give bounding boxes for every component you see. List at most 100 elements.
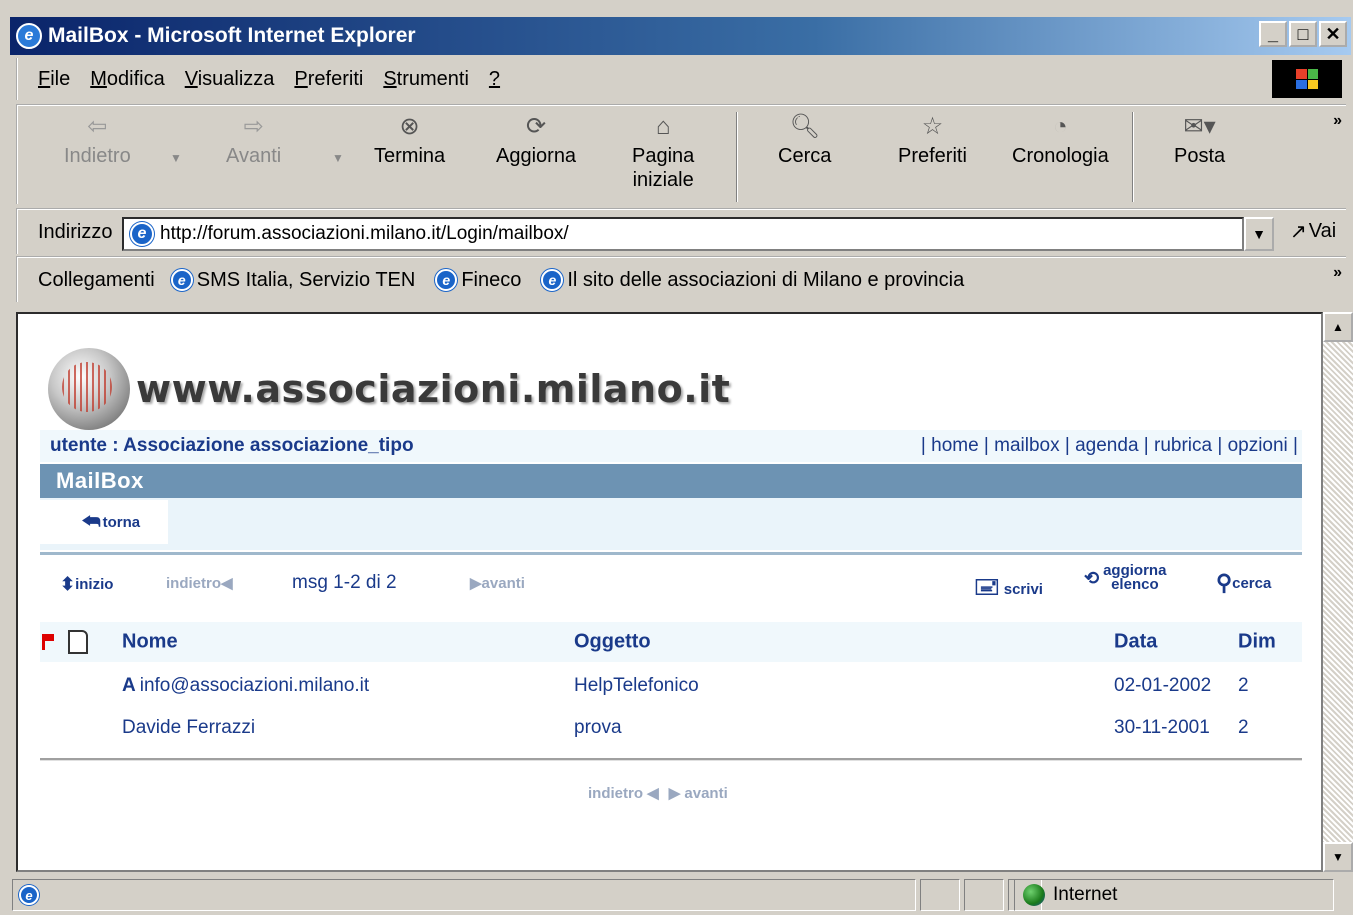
- address-url: http://forum.associazioni.milano.it/Logi…: [160, 223, 569, 244]
- message-size: 2: [1238, 717, 1249, 738]
- column-size[interactable]: Dim: [1238, 631, 1276, 654]
- back-dropdown-icon[interactable]: ▼: [170, 146, 182, 170]
- column-subject[interactable]: Oggetto: [574, 631, 651, 654]
- scroll-up-icon[interactable]: ▲: [1323, 312, 1353, 342]
- user-row: utente : Associazione associazione_tipo …: [40, 430, 1302, 462]
- refresh-list-icon: ⟲: [1084, 567, 1100, 588]
- search-button[interactable]: 🔍︎ Cerca: [778, 110, 831, 168]
- message-sender[interactable]: Ainfo@associazioni.milano.it: [122, 675, 369, 697]
- link-fineco[interactable]: e Fineco: [435, 269, 521, 292]
- scroll-down-icon[interactable]: ▼: [1323, 842, 1353, 872]
- message-subject[interactable]: HelpTelefonico: [574, 675, 699, 697]
- first-page-link[interactable]: ⬍ inizio: [60, 574, 113, 595]
- refresh-icon: ⟳: [525, 113, 547, 140]
- links-more-chevron-icon[interactable]: »: [1333, 264, 1342, 282]
- ie-icon: e: [16, 23, 42, 49]
- menu-help[interactable]: ?: [489, 68, 500, 91]
- table-row[interactable]: Ainfo@associazioni.milano.it HelpTelefon…: [40, 666, 1302, 706]
- toolbar-separator: [736, 112, 738, 202]
- address-dropdown-button[interactable]: ▼: [1244, 217, 1274, 251]
- status-cell: [920, 879, 960, 911]
- message-pager: ⬍ inizio indietro ◀ msg 1-2 di 2 ▶ avant…: [40, 563, 1302, 602]
- security-zone: Internet: [1014, 879, 1334, 911]
- history-icon: ◔: [1053, 113, 1068, 140]
- message-sender[interactable]: Davide Ferrazzi: [122, 717, 255, 739]
- mail-button[interactable]: ✉▾ Posta: [1174, 110, 1225, 168]
- home-button[interactable]: ⌂ Pagina iniziale: [632, 110, 694, 192]
- menu-modifica[interactable]: Modifica: [90, 68, 164, 91]
- internet-globe-icon: [1023, 884, 1045, 906]
- menu-file[interactable]: File: [38, 68, 70, 91]
- first-page-icon: ⬍: [60, 574, 76, 594]
- prev-page-link[interactable]: indietro ◀: [166, 574, 233, 593]
- close-button[interactable]: ✕: [1319, 21, 1347, 47]
- forward-button[interactable]: ⇨ Avanti: [226, 110, 281, 168]
- status-bar: e Internet: [10, 877, 1351, 913]
- address-bar: Indirizzo e http://forum.associazioni.mi…: [16, 208, 1346, 254]
- site-logo[interactable]: www.associazioni.milano.it: [48, 348, 730, 430]
- column-name[interactable]: Nome: [122, 631, 178, 654]
- go-arrow-icon: ↗: [1290, 221, 1307, 243]
- bottom-pager: indietro ◀ ▶ avanti: [588, 784, 728, 802]
- link-ie-icon: e: [170, 269, 193, 291]
- link-sms-italia[interactable]: e SMS Italia, Servizio TEN: [170, 269, 415, 292]
- maximize-button[interactable]: □: [1289, 21, 1317, 47]
- page-status-icon: e: [19, 885, 39, 905]
- window-title: MailBox - Microsoft Internet Explorer: [48, 24, 416, 47]
- menu-preferiti[interactable]: Preferiti: [294, 68, 363, 91]
- back-button[interactable]: ⇦ Indietro: [64, 110, 131, 168]
- document-icon: [68, 630, 88, 654]
- search-icon: 🔍︎: [789, 113, 820, 140]
- page-viewport: www.associazioni.milano.it utente : Asso…: [16, 312, 1323, 872]
- link-associazioni[interactable]: e Il sito delle associazioni di Milano e…: [541, 269, 964, 292]
- windows-logo-icon: [1272, 60, 1342, 98]
- current-user: utente : Associazione associazione_tipo: [50, 435, 414, 456]
- prev-arrow-icon: ◀: [221, 575, 233, 592]
- stop-button[interactable]: ⊗ Termina: [374, 110, 445, 168]
- minimize-button[interactable]: _: [1259, 21, 1287, 47]
- table-row[interactable]: Davide Ferrazzi prova 30-11-2001 2: [40, 708, 1302, 748]
- address-input[interactable]: e http://forum.associazioni.milano.it/Lo…: [122, 217, 1244, 251]
- favorites-icon: ☆: [921, 113, 944, 140]
- status-cell: [964, 879, 1004, 911]
- flag-icon: [42, 634, 56, 650]
- message-count: msg 1-2 di 2: [292, 572, 397, 593]
- bottom-prev-link[interactable]: indietro ◀: [588, 784, 659, 802]
- message-date: 30-11-2001: [1114, 717, 1210, 738]
- sender-prefix: A: [122, 675, 136, 696]
- link-ie-icon: e: [541, 269, 564, 291]
- back-arrow-icon: ⇦: [87, 113, 108, 140]
- write-icon: 🖃︎: [974, 574, 1000, 599]
- address-label: Indirizzo: [38, 220, 113, 243]
- table-header: Nome Oggetto Data Dim: [40, 622, 1302, 662]
- back-link[interactable]: ⮪ torna: [40, 500, 168, 544]
- divider: [40, 552, 1302, 555]
- message-size: 2: [1238, 675, 1249, 696]
- refresh-button[interactable]: ⟳ Aggiorna: [496, 110, 576, 168]
- forward-arrow-icon: ⇨: [243, 113, 264, 140]
- mail-icon: ✉▾: [1183, 113, 1216, 140]
- search-messages-button[interactable]: ⚲ cerca: [1216, 570, 1271, 596]
- toolbar-more-chevron-icon[interactable]: »: [1333, 112, 1342, 130]
- vertical-scrollbar[interactable]: ▲ ▼: [1323, 312, 1353, 872]
- magnifier-icon: ⚲: [1216, 570, 1233, 595]
- favorites-button[interactable]: ☆ Preferiti: [898, 110, 967, 168]
- menu-strumenti[interactable]: Strumenti: [383, 68, 469, 91]
- menu-visualizza[interactable]: Visualizza: [185, 68, 275, 91]
- message-date: 02-01-2002: [1114, 675, 1212, 696]
- history-button[interactable]: ◔ Cronologia: [1012, 110, 1109, 168]
- section-title: MailBox: [40, 464, 1302, 498]
- menu-bar: File Modifica Visualizza Preferiti Strum…: [16, 58, 1346, 100]
- site-nav-links[interactable]: | home | mailbox | agenda | rubrica | op…: [921, 435, 1298, 457]
- next-page-link[interactable]: ▶ avanti: [470, 574, 525, 593]
- stop-icon: ⊗: [399, 113, 420, 140]
- forward-dropdown-icon[interactable]: ▼: [332, 146, 344, 170]
- column-date[interactable]: Data: [1114, 631, 1157, 654]
- back-row: ⮪ torna: [40, 498, 1302, 550]
- write-button[interactable]: 🖃︎ scrivi: [974, 570, 1043, 608]
- refresh-list-button[interactable]: ⟲ aggiorna elenco: [1084, 563, 1166, 592]
- go-button[interactable]: ↗ Vai: [1290, 219, 1336, 244]
- bottom-next-link[interactable]: ▶ avanti: [669, 784, 728, 802]
- message-subject[interactable]: prova: [574, 717, 622, 739]
- site-logo-text: www.associazioni.milano.it: [136, 367, 731, 411]
